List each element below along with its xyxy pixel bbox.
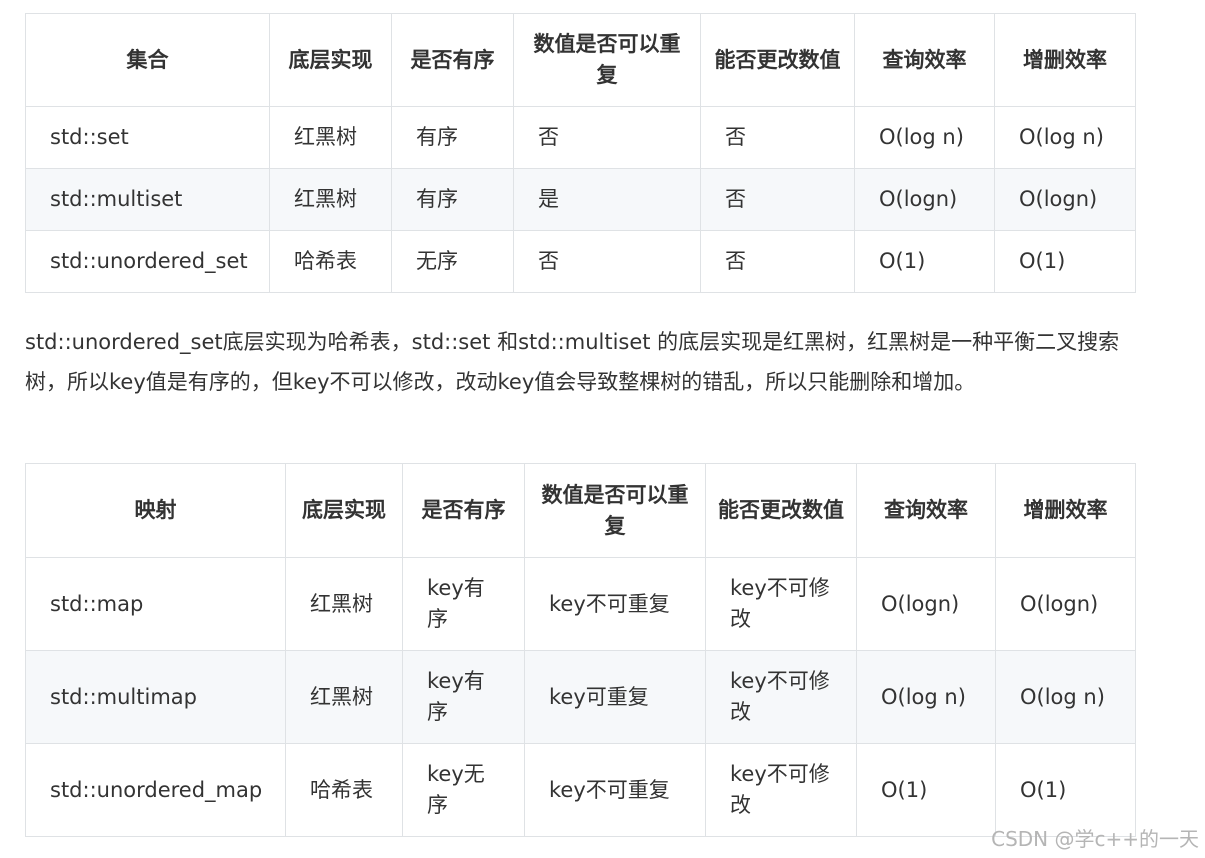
table-cell: std::unordered_set (25, 230, 270, 293)
table-cell: key不可修改 (705, 557, 857, 651)
column-header: 底层实现 (269, 13, 392, 107)
csdn-watermark: CSDN @学c++的一天 (991, 827, 1199, 851)
table-cell: O(1) (854, 230, 995, 293)
table-row: std::unordered_set 哈希表 无序 否 否 O(1) O(1) (25, 230, 1136, 293)
column-header: 能否更改数值 (705, 463, 857, 558)
table-cell: std::unordered_map (25, 743, 286, 837)
set-comparison-table: 集合 底层实现 是否有序 数值是否可以重复 能否更改数值 查询效率 增删效率 s… (25, 13, 1136, 293)
column-header: 是否有序 (402, 463, 525, 558)
table-cell: 否 (513, 230, 701, 293)
table-cell: O(log n) (994, 106, 1136, 169)
table-cell: std::map (25, 557, 286, 651)
table-cell: O(logn) (854, 168, 995, 231)
column-header: 底层实现 (285, 463, 403, 558)
table-cell: key无序 (402, 743, 525, 837)
table-cell: O(1) (994, 230, 1136, 293)
table-cell: O(log n) (856, 650, 996, 744)
description-paragraph: std::unordered_set底层实现为哈希表，std::set 和std… (25, 330, 1120, 394)
column-header: 增删效率 (994, 13, 1136, 107)
table-cell: O(logn) (994, 168, 1136, 231)
table-cell: std::set (25, 106, 270, 169)
table-row: std::map 红黑树 key有序 key不可重复 key不可修改 O(log… (25, 557, 1136, 651)
table-cell: 哈希表 (285, 743, 403, 837)
table-cell: 否 (700, 106, 855, 169)
table-cell: key不可重复 (524, 557, 706, 651)
table-row: std::multimap 红黑树 key有序 key可重复 key不可修改 O… (25, 650, 1136, 744)
table-cell: 是 (513, 168, 701, 231)
table-cell: std::multiset (25, 168, 270, 231)
table-cell: 红黑树 (285, 557, 403, 651)
table-cell: O(log n) (995, 650, 1136, 744)
table-cell: 红黑树 (269, 106, 392, 169)
table-cell: key可重复 (524, 650, 706, 744)
table-cell: key有序 (402, 557, 525, 651)
column-header: 查询效率 (854, 13, 995, 107)
table-cell: 无序 (391, 230, 514, 293)
table-row: std::set 红黑树 有序 否 否 O(log n) O(log n) (25, 106, 1136, 169)
column-header: 增删效率 (995, 463, 1136, 558)
column-header: 集合 (25, 13, 270, 107)
column-header: 数值是否可以重复 (513, 13, 701, 107)
column-header: 是否有序 (391, 13, 514, 107)
table-cell: O(logn) (995, 557, 1136, 651)
table-cell: 红黑树 (269, 168, 392, 231)
table-cell: O(log n) (854, 106, 995, 169)
table-cell: 有序 (391, 106, 514, 169)
table-cell: key有序 (402, 650, 525, 744)
table-cell: 否 (513, 106, 701, 169)
column-header: 能否更改数值 (700, 13, 855, 107)
table-cell: key不可修改 (705, 650, 857, 744)
table-header-row: 集合 底层实现 是否有序 数值是否可以重复 能否更改数值 查询效率 增删效率 (25, 13, 1136, 107)
column-header: 映射 (25, 463, 286, 558)
table-cell: 哈希表 (269, 230, 392, 293)
table-header-row: 映射 底层实现 是否有序 数值是否可以重复 能否更改数值 查询效率 增删效率 (25, 463, 1136, 558)
table-cell: 否 (700, 230, 855, 293)
table-cell: O(logn) (856, 557, 996, 651)
map-comparison-table: 映射 底层实现 是否有序 数值是否可以重复 能否更改数值 查询效率 增删效率 s… (25, 463, 1136, 837)
table-cell: O(1) (856, 743, 996, 837)
table-cell: 否 (700, 168, 855, 231)
table-cell: key不可重复 (524, 743, 706, 837)
table-row: std::unordered_map 哈希表 key无序 key不可重复 key… (25, 743, 1136, 837)
column-header: 数值是否可以重复 (524, 463, 706, 558)
table-cell: 有序 (391, 168, 514, 231)
table-cell: std::multimap (25, 650, 286, 744)
table-cell: key不可修改 (705, 743, 857, 837)
table-cell: 红黑树 (285, 650, 403, 744)
column-header: 查询效率 (856, 463, 996, 558)
table-row: std::multiset 红黑树 有序 是 否 O(logn) O(logn) (25, 168, 1136, 231)
